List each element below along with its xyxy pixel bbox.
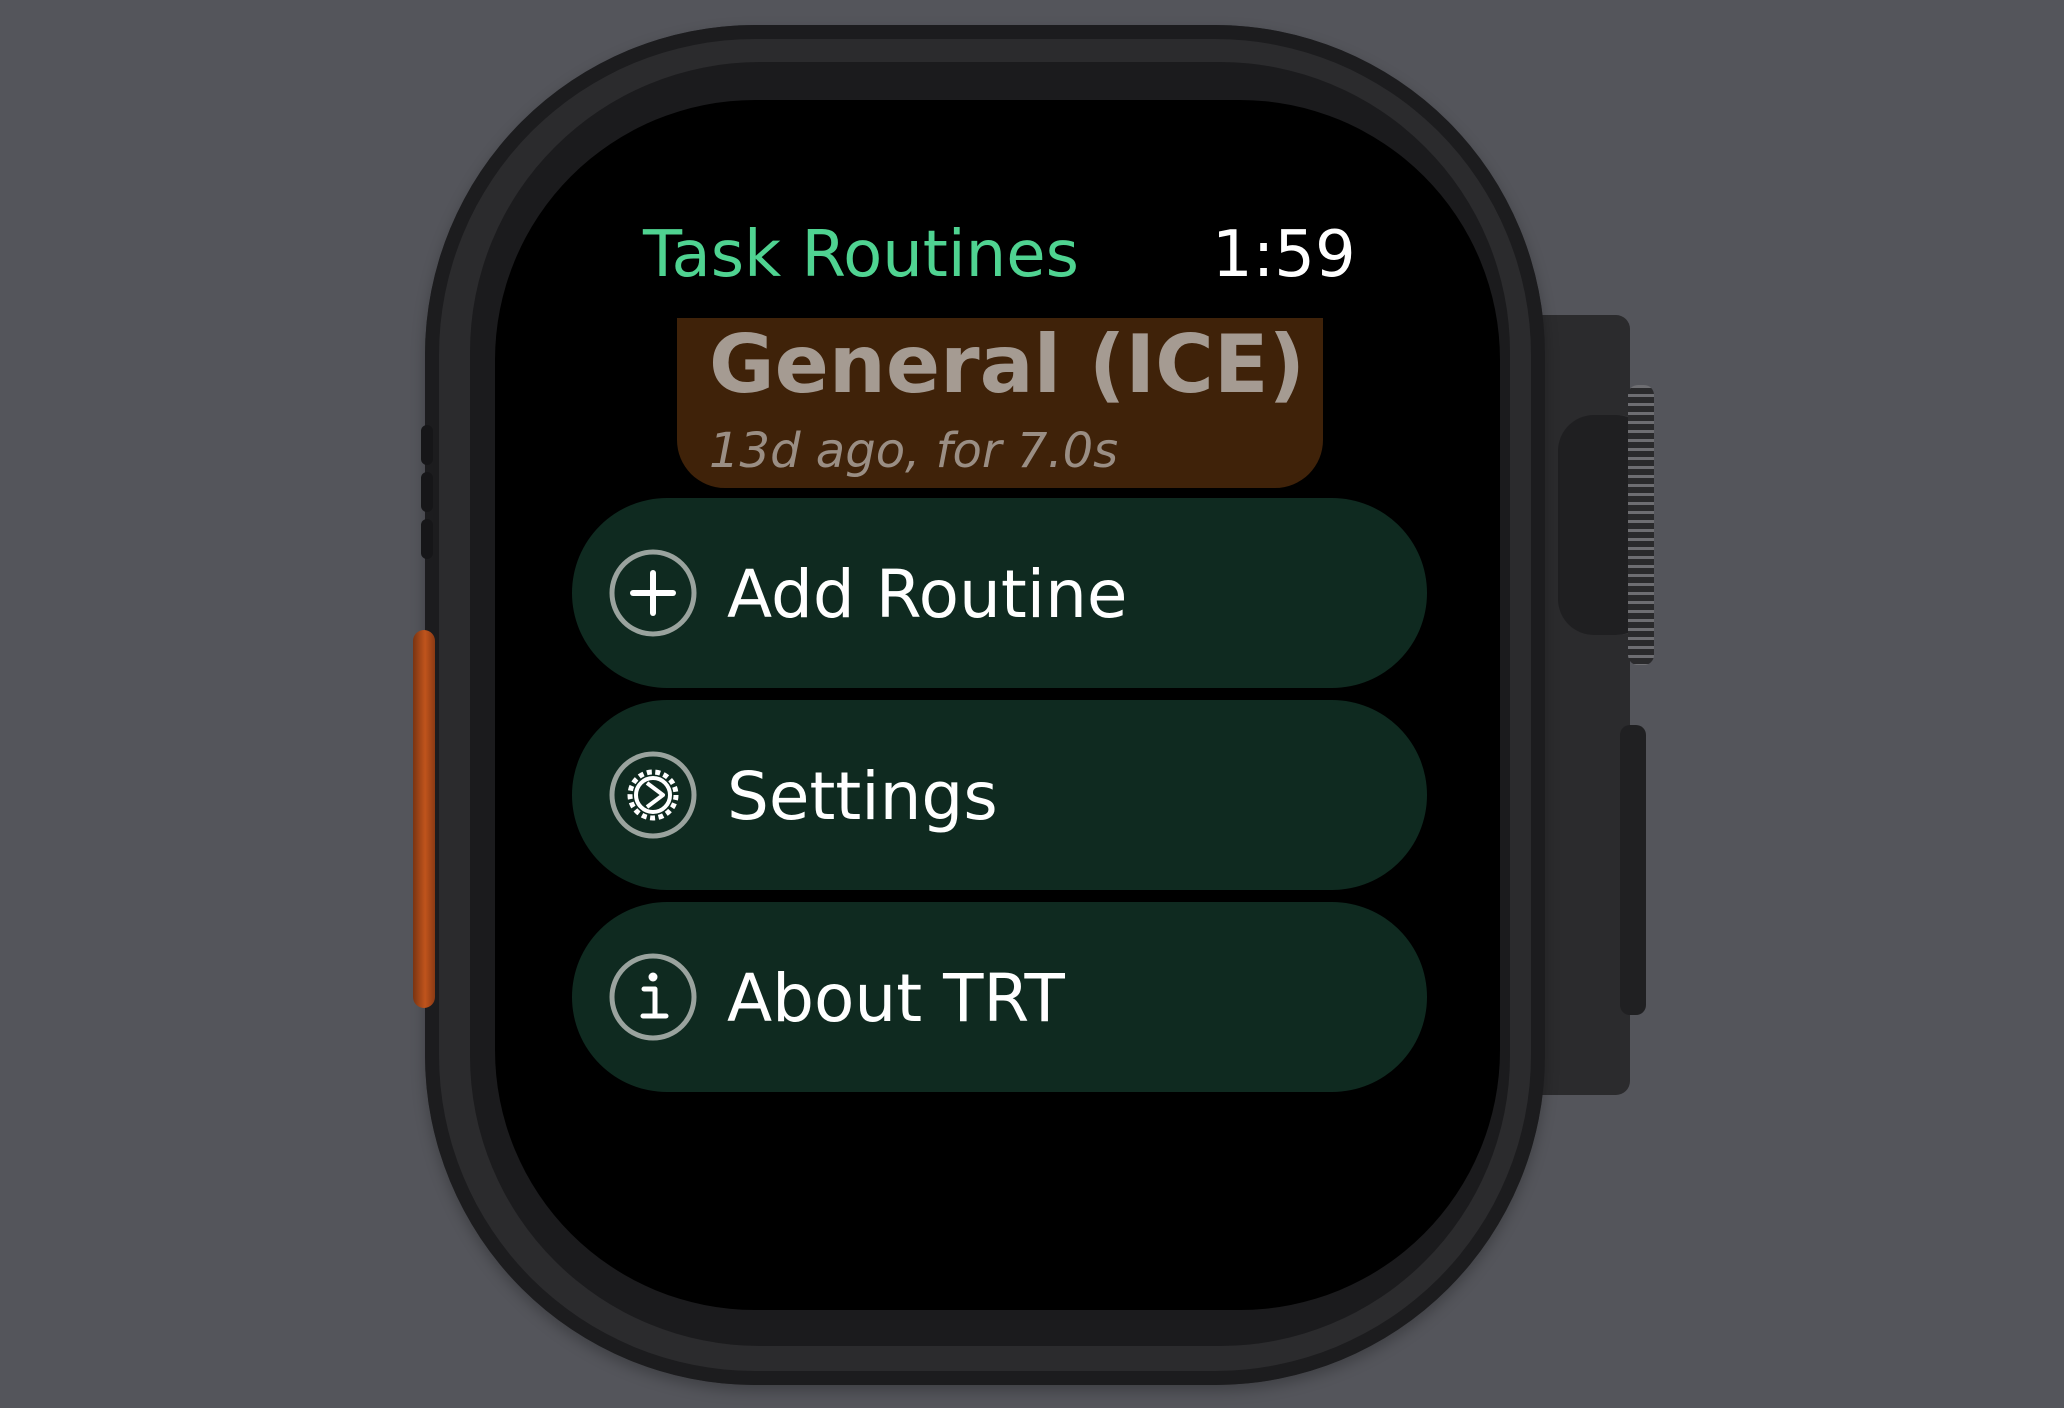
about-button[interactable]: About TRT [572, 902, 1427, 1092]
routine-last-run: 13d ago, for 7.0s [709, 423, 1119, 479]
watch-stage: Task Routines 1:59 General (ICE) 13d ago… [0, 0, 2064, 1408]
digital-crown-ridges [1628, 385, 1654, 665]
plus-circle-icon [609, 549, 697, 637]
about-label: About TRT [727, 960, 1065, 1037]
speaker-slot [421, 425, 433, 465]
clock: 1:59 [1212, 218, 1356, 292]
info-circle-icon [609, 953, 697, 1041]
settings-label: Settings [727, 758, 998, 835]
settings-button[interactable]: Settings [572, 700, 1427, 890]
routine-card[interactable]: General (ICE) 13d ago, for 7.0s [677, 318, 1323, 488]
gear-icon [609, 751, 697, 839]
add-routine-button[interactable]: Add Routine [572, 498, 1427, 688]
side-button[interactable] [1620, 725, 1646, 1015]
action-button[interactable] [413, 630, 435, 1008]
add-routine-label: Add Routine [727, 556, 1128, 633]
speaker-slot [421, 472, 433, 512]
app-title: Task Routines [643, 218, 1079, 292]
routine-name: General (ICE) [709, 318, 1306, 411]
speaker-slot [421, 519, 433, 559]
